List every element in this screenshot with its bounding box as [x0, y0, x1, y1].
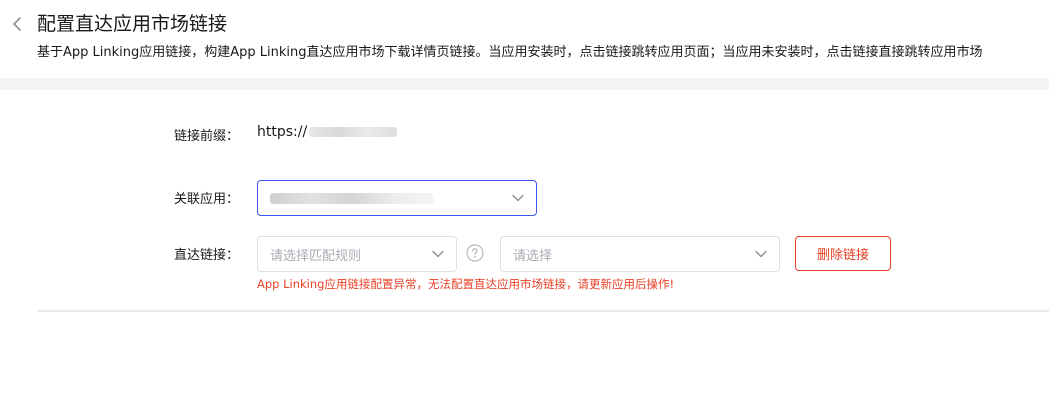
section-separator — [0, 78, 1049, 90]
prefix-label: 链接前缀： — [174, 129, 240, 144]
back-button[interactable] — [8, 12, 26, 36]
app-select[interactable] — [257, 180, 537, 216]
redacted-app-name — [270, 192, 434, 204]
prefix-value: https:// — [257, 124, 398, 140]
page-title: 配置直达应用市场链接 — [37, 13, 228, 35]
question-circle-icon[interactable] — [466, 244, 484, 262]
divider — [37, 310, 1049, 312]
target-placeholder: 请选择 — [513, 248, 553, 264]
page-description: 基于App Linking应用链接，构建App Linking直达应用市场下载详… — [37, 45, 983, 60]
prefix-text: https:// — [257, 124, 308, 140]
delete-link-button[interactable]: 删除链接 — [795, 236, 891, 271]
error-message: App Linking应用链接配置异常，无法配置直达应用市场链接，请更新应用后操… — [257, 277, 675, 291]
chevron-down-icon — [512, 194, 524, 202]
chevron-left-icon — [13, 17, 21, 31]
target-select[interactable]: 请选择 — [500, 236, 780, 272]
app-label: 关联应用： — [174, 192, 240, 207]
chevron-down-icon — [432, 250, 444, 258]
match-rule-select[interactable]: 请选择匹配规则 — [257, 236, 457, 272]
match-rule-placeholder: 请选择匹配规则 — [270, 248, 362, 264]
page-header: 配置直达应用市场链接 基于App Linking应用链接，构建App Linki… — [0, 0, 1049, 78]
direct-link-label: 直达链接： — [174, 248, 240, 263]
chevron-down-icon — [755, 250, 767, 258]
redacted-domain — [309, 127, 398, 137]
